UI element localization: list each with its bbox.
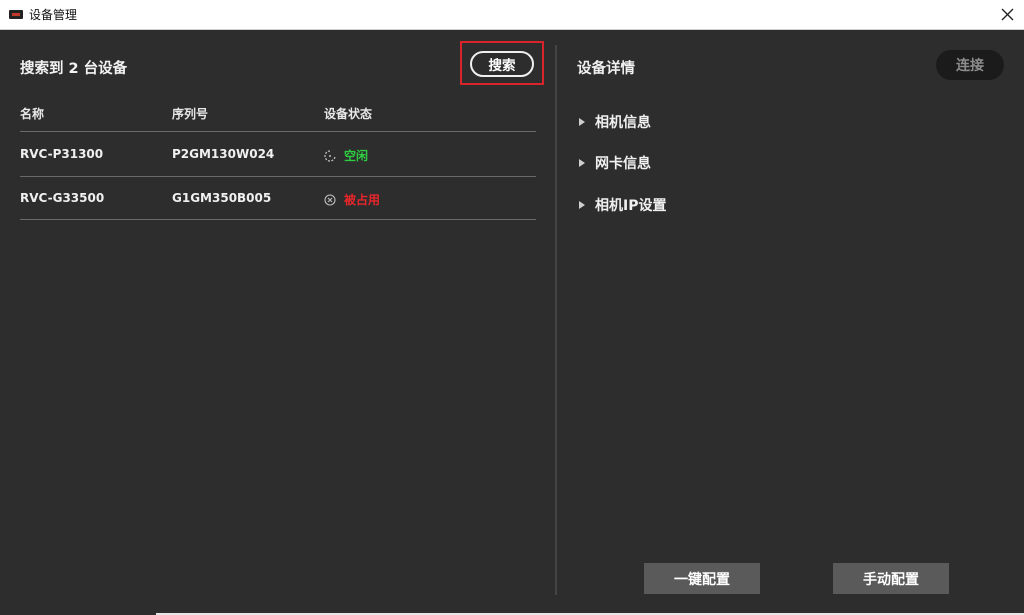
section-label: 相机信息 xyxy=(595,115,651,131)
panel-divider xyxy=(555,45,557,595)
expand-arrow-icon xyxy=(579,118,585,126)
section-nic-info[interactable]: 网卡信息 xyxy=(579,152,651,174)
device-status: 被占用 xyxy=(324,191,380,208)
column-header-serial: 序列号 xyxy=(172,107,209,121)
device-details-panel: 设备详情 连接 相机信息 网卡信息 相机IP设置 一键配置 手动配置 xyxy=(558,30,1024,615)
device-name: RVC-P31300 xyxy=(20,147,104,161)
expand-arrow-icon xyxy=(579,201,585,209)
manual-config-button[interactable]: 手动配置 xyxy=(833,563,949,594)
close-button[interactable] xyxy=(996,3,1018,25)
status-text: 被占用 xyxy=(344,193,381,207)
title-bar: 设备管理 xyxy=(0,0,1024,30)
table-divider xyxy=(20,219,536,220)
section-camera-ip-settings[interactable]: 相机IP设置 xyxy=(579,194,666,216)
table-divider xyxy=(20,131,536,132)
close-icon xyxy=(1001,8,1013,20)
expand-arrow-icon xyxy=(579,159,585,167)
device-details-title: 设备详情 xyxy=(577,61,635,77)
device-name: RVC-G33500 xyxy=(20,191,105,205)
window-title: 设备管理 xyxy=(29,8,78,22)
occupied-x-circle-icon xyxy=(324,193,336,206)
column-header-status: 设备状态 xyxy=(324,107,373,121)
table-header: 名称 序列号 设备状态 xyxy=(20,105,536,131)
device-serial: G1GM350B005 xyxy=(172,191,272,205)
idle-spinner-icon xyxy=(324,149,336,162)
table-row[interactable]: RVC-G33500 G1GM350B005 被占用 xyxy=(20,177,536,219)
search-highlight-box: 搜索 xyxy=(460,41,544,85)
section-camera-info[interactable]: 相机信息 xyxy=(579,111,651,133)
one-click-config-button[interactable]: 一键配置 xyxy=(644,563,760,594)
devices-found-label: 搜索到 2 台设备 xyxy=(20,61,128,77)
search-button[interactable]: 搜索 xyxy=(470,51,534,77)
status-text: 空闲 xyxy=(344,149,369,163)
column-header-name: 名称 xyxy=(20,107,45,121)
connect-button[interactable]: 连接 xyxy=(936,50,1004,80)
app-icon xyxy=(9,10,23,19)
device-serial: P2GM130W024 xyxy=(172,147,275,161)
device-status: 空闲 xyxy=(324,147,368,164)
section-label: 相机IP设置 xyxy=(595,198,667,214)
table-row[interactable]: RVC-P31300 P2GM130W024 空闲 xyxy=(20,133,536,175)
device-list-panel: 搜索到 2 台设备 搜索 名称 序列号 设备状态 RVC-P31300 P2GM… xyxy=(0,30,556,615)
section-label: 网卡信息 xyxy=(595,156,651,172)
